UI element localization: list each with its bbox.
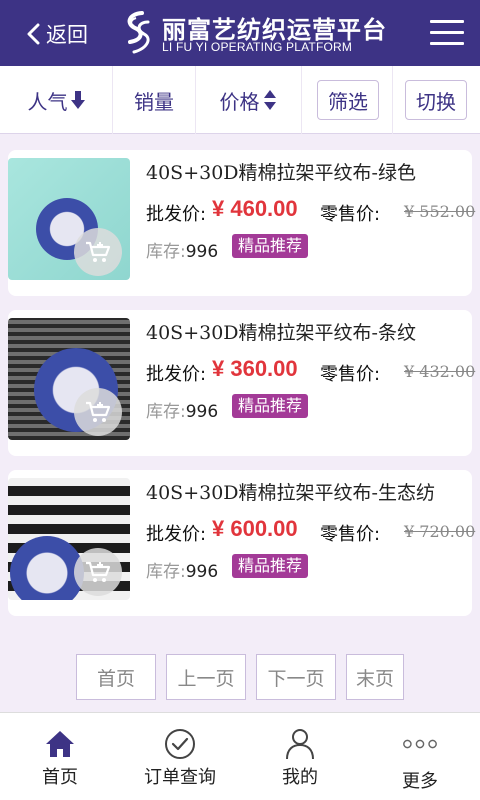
wholesale-price: ¥ 600.00 [212,516,298,541]
cart-add-icon [86,561,111,582]
brand-name-en: LI FU YI OPERATING PLATFORM [162,40,353,54]
tab-more-label: 更多 [402,771,438,792]
product-title[interactable]: 40S+30D精棉拉架平纹布-生态纺 [146,478,435,505]
first-page-button[interactable]: 首页 [76,654,156,700]
price-row: 批发价: ¥ 600.00 零售价: ¥ 720.00 [146,516,476,545]
retail-price: ¥ 720.00 [404,522,476,541]
stock-row: 库存:996 精品推荐 [146,394,446,422]
recommend-badge: 精品推荐 [232,554,309,578]
more-dots-icon [402,727,438,761]
stock-value: 996 [185,242,219,262]
tab-mine-label: 我的 [282,767,318,788]
product-image[interactable] [8,158,130,280]
stock-info: 库存:996 [146,397,218,422]
arrow-down-icon [70,91,85,109]
product-card[interactable]: 40S+30D精棉拉架平纹布-绿色 批发价: ¥ 460.00 零售价: ¥ 5… [8,150,476,296]
retail-label: 零售价: [320,524,381,545]
stock-row: 库存:996 精品推荐 [146,234,446,262]
sort-sales[interactable]: 销量 [113,66,195,134]
recommend-badge: 精品推荐 [232,234,309,258]
retail-price: ¥ 432.00 [404,362,476,381]
sort-updown-icon [263,90,276,110]
stock-label: 库存: [146,242,186,262]
product-card[interactable]: 40S+30D精棉拉架平纹布-生态纺 批发价: ¥ 600.00 零售价: ¥ … [8,470,476,616]
recommend-badge: 精品推荐 [232,394,309,418]
sort-divider [301,66,302,134]
tab-orders-label: 订单查询 [144,767,216,788]
product-card[interactable]: 40S+30D精棉拉架平纹布-条纹 批发价: ¥ 360.00 零售价: ¥ 4… [8,310,476,456]
tab-home[interactable]: 首页 [0,713,120,800]
menu-icon [430,20,464,45]
tab-mine[interactable]: 我的 [240,713,360,800]
stock-value: 996 [185,402,219,422]
price-row: 批发价: ¥ 360.00 零售价: ¥ 432.00 [146,356,476,385]
add-to-cart-button[interactable] [74,228,122,276]
home-icon [42,727,78,761]
brand-logo: 丽富艺纺织运营平台 LI FU YI OPERATING PLATFORM [120,8,386,58]
wholesale-price: ¥ 360.00 [212,356,298,381]
back-label: 返回 [46,23,88,47]
next-page-button[interactable]: 下一页 [256,654,336,700]
product-image[interactable] [8,318,130,440]
product-image[interactable] [8,478,130,600]
sort-popularity[interactable]: 人气 [0,66,112,134]
product-title[interactable]: 40S+30D精棉拉架平纹布-绿色 [146,158,416,185]
add-to-cart-button[interactable] [74,548,122,596]
tab-home-label: 首页 [42,767,78,788]
stock-row: 库存:996 精品推荐 [146,554,446,582]
fabric-tag [10,536,84,600]
user-icon [282,727,318,761]
cart-add-icon [86,401,111,422]
app-header: 返回 丽富艺纺织运营平台 LI FU YI OPERATING PLATFORM [0,0,480,66]
back-chevron-icon [27,23,40,45]
wholesale-price: ¥ 460.00 [212,196,298,221]
product-title[interactable]: 40S+30D精棉拉架平纹布-条纹 [146,318,416,345]
tab-orders[interactable]: 订单查询 [120,713,240,800]
sort-popularity-label: 人气 [27,89,68,114]
check-circle-icon [162,727,198,761]
stock-info: 库存:996 [146,237,218,262]
brand-logo-icon [127,11,150,54]
switch-view-button[interactable]: 切换 [405,80,467,120]
cart-add-icon [86,241,111,262]
retail-price: ¥ 552.00 [404,202,476,221]
stock-label: 库存: [146,402,186,422]
wholesale-label: 批发价: [146,364,207,385]
sort-sales-label: 销量 [134,89,174,114]
bottom-tab-bar: 首页 订单查询 我的 更多 [0,712,480,800]
add-to-cart-button[interactable] [74,388,122,436]
last-page-button[interactable]: 末页 [346,654,404,700]
stock-value: 996 [185,562,219,582]
sort-bar: 人气 销量 价格 筛选 切换 [0,66,480,134]
stock-label: 库存: [146,562,186,582]
stock-info: 库存:996 [146,557,218,582]
filter-button[interactable]: 筛选 [317,80,379,120]
wholesale-label: 批发价: [146,524,207,545]
menu-button[interactable] [430,20,464,46]
retail-label: 零售价: [320,204,381,225]
prev-page-button[interactable]: 上一页 [166,654,246,700]
back-button[interactable]: 返回 [26,18,88,50]
sort-divider [392,66,393,134]
tab-more[interactable]: 更多 [360,713,480,800]
wholesale-label: 批发价: [146,204,207,225]
sort-price-label: 价格 [219,89,260,114]
sort-price[interactable]: 价格 [196,66,300,134]
price-row: 批发价: ¥ 460.00 零售价: ¥ 552.00 [146,196,476,225]
retail-label: 零售价: [320,364,381,385]
